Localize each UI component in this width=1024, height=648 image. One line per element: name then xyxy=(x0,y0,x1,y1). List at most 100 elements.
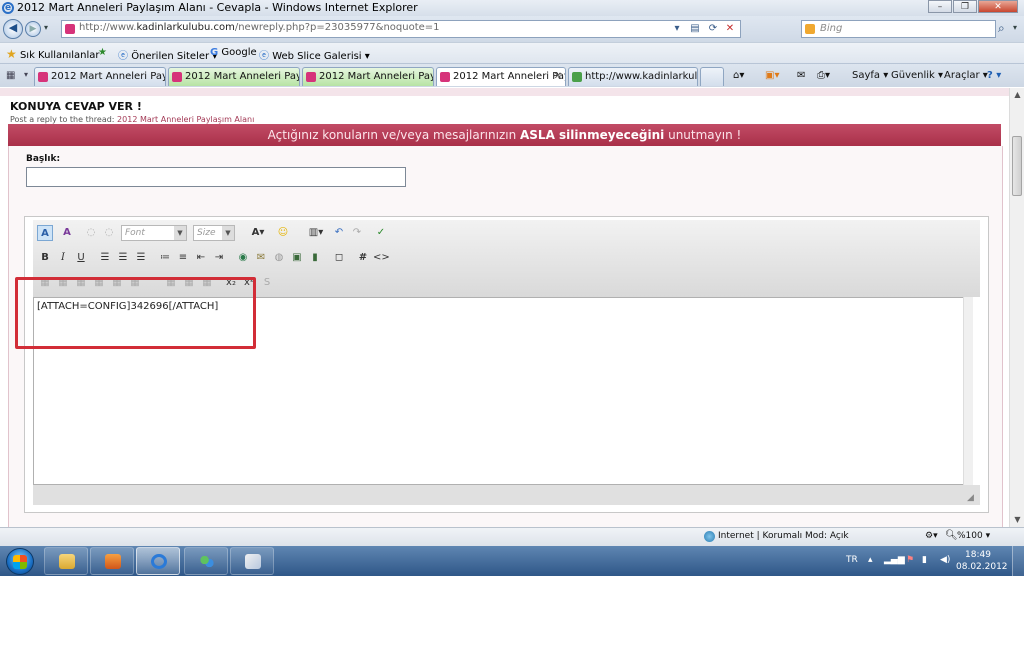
search-options-icon[interactable]: ▾ xyxy=(1013,23,1017,32)
insert-video-icon[interactable]: ▮ xyxy=(307,250,323,266)
align-left-icon[interactable]: ☰ xyxy=(97,250,113,266)
suggested-sites-link[interactable]: ⓔ Önerilen Siteler ▾ xyxy=(118,47,217,62)
undo-icon[interactable]: ↶ xyxy=(331,225,347,241)
print-icon[interactable]: ⎙▾ xyxy=(817,70,830,81)
close-button[interactable]: ✕ xyxy=(978,0,1018,13)
text-color-icon[interactable]: A▾ xyxy=(247,225,269,241)
taskbar-media-player[interactable] xyxy=(90,547,134,575)
paste-icon[interactable]: ◌ xyxy=(101,225,117,241)
unordered-list-icon[interactable]: ≡ xyxy=(175,250,191,266)
page-menu[interactable]: Sayfa ▾ xyxy=(852,70,888,81)
language-indicator[interactable]: TR xyxy=(846,555,858,565)
remove-format-icon[interactable]: ◌ xyxy=(83,225,99,241)
forward-button[interactable]: ▶ xyxy=(25,21,41,37)
wysiwyg-mode-icon[interactable]: A xyxy=(37,225,53,241)
tools-menu[interactable]: Araçlar ▾ xyxy=(944,70,988,81)
volume-icon[interactable]: ◀) xyxy=(940,555,950,565)
rss-feed-icon[interactable]: ▣▾ xyxy=(765,70,779,81)
bold-icon[interactable]: B xyxy=(37,250,53,266)
window-title: 2012 Mart Anneleri Paylaşım Alanı - Ceva… xyxy=(17,1,418,14)
security-zone-text[interactable]: Internet | Korumalı Mod: Açık xyxy=(718,531,849,541)
insert-email-icon[interactable]: ✉ xyxy=(253,250,269,266)
align-right-icon[interactable]: ☰ xyxy=(133,250,149,266)
read-mail-icon[interactable]: ✉ xyxy=(797,70,805,81)
ie-page-icon: ⓔ xyxy=(259,51,269,62)
address-url: http://www.kadinlarkulubu.com/newreply.p… xyxy=(79,22,440,33)
resize-grip-icon[interactable]: ◢ xyxy=(967,493,977,503)
italic-icon[interactable]: I xyxy=(55,250,71,266)
insert-image-icon[interactable]: ▣ xyxy=(289,250,305,266)
stop-icon[interactable]: ✕ xyxy=(723,22,737,36)
search-icon[interactable]: ⌕ xyxy=(998,21,1005,36)
taskbar-messenger[interactable] xyxy=(184,547,228,575)
search-input[interactable]: Bing xyxy=(801,20,996,38)
quick-tabs-icon[interactable]: ▦ xyxy=(6,70,15,81)
page-scrollbar[interactable]: ▲ ▼ xyxy=(1009,88,1024,527)
chevron-down-icon: ▼ xyxy=(222,226,234,240)
address-dropdown-icon[interactable]: ▾ xyxy=(670,22,684,36)
redo-icon[interactable]: ↷ xyxy=(349,225,365,241)
favorites-button[interactable]: ★ Sık Kullanılanlar xyxy=(6,47,100,61)
html-code-icon[interactable]: <> xyxy=(373,250,390,266)
insert-link-icon[interactable]: ◉ xyxy=(235,250,251,266)
tab-5[interactable]: http://www.kadinlarkulubu... xyxy=(568,67,698,86)
chevron-down-icon: ▼ xyxy=(174,226,186,240)
source-mode-icon[interactable]: A xyxy=(59,225,75,241)
indent-icon[interactable]: ⇥ xyxy=(211,250,227,266)
strikethrough-icon[interactable]: S xyxy=(259,275,275,291)
font-select[interactable]: Font ▼ xyxy=(121,225,187,241)
address-field[interactable]: http://www.kadinlarkulubu.com/newreply.p… xyxy=(61,20,741,38)
thread-link[interactable]: 2012 Mart Anneleri Paylaşım Alanı xyxy=(117,115,254,124)
back-button[interactable]: ◀ xyxy=(3,19,23,39)
windows-taskbar: TR ▴ ▂▄▆ ⚑ ▮ ◀) 18:49 08.02.2012 xyxy=(0,546,1024,576)
zoom-level[interactable]: %100 ▾ xyxy=(957,531,990,541)
history-dropdown-icon[interactable]: ▾ xyxy=(44,23,48,32)
tab-3[interactable]: 2012 Mart Anneleri Paylaşı... xyxy=(302,67,434,86)
spell-check-icon[interactable]: ✓ xyxy=(373,225,389,241)
tray-expand-icon[interactable]: ▴ xyxy=(868,555,873,565)
compatibility-view-icon[interactable]: ▤ xyxy=(688,22,702,36)
power-icon[interactable]: ▮ xyxy=(922,555,927,565)
outdent-icon[interactable]: ⇤ xyxy=(193,250,209,266)
network-icon[interactable]: ▂▄▆ xyxy=(884,555,905,565)
attachment-icon[interactable]: ▥▾ xyxy=(305,225,327,241)
smilies-icon[interactable]: ☺ xyxy=(275,225,291,241)
minimize-button[interactable]: – xyxy=(928,0,952,13)
tab-2[interactable]: 2012 Mart Anneleri Paylaşı... xyxy=(168,67,300,86)
close-tab-icon[interactable]: ✕ xyxy=(554,68,562,85)
scroll-down-icon[interactable]: ▼ xyxy=(1010,513,1024,527)
google-link[interactable]: G Google xyxy=(210,47,257,58)
start-button[interactable] xyxy=(6,548,34,575)
size-select[interactable]: Size ▼ xyxy=(193,225,235,241)
new-tab-button[interactable] xyxy=(700,67,724,86)
site-favicon-icon xyxy=(65,24,75,34)
underline-icon[interactable]: U xyxy=(73,250,89,266)
alert-icon[interactable]: ⚑ xyxy=(906,555,914,565)
refresh-icon[interactable]: ⟳ xyxy=(706,22,720,36)
title-input[interactable] xyxy=(26,167,406,187)
quote-icon[interactable]: ◻ xyxy=(331,250,347,266)
ordered-list-icon[interactable]: ≔ xyxy=(157,250,173,266)
tab-4-active[interactable]: 2012 Mart Anneleri Paylaşı...✕ xyxy=(436,67,566,86)
ie-logo-icon: e xyxy=(2,2,14,14)
protected-mode-icon[interactable]: ⚙▾ xyxy=(925,531,938,541)
taskbar-internet-explorer[interactable] xyxy=(136,547,180,575)
tab-list-icon[interactable]: ▾ xyxy=(24,70,28,79)
taskbar-clock[interactable]: 18:49 08.02.2012 xyxy=(956,549,1008,573)
show-desktop-button[interactable] xyxy=(1012,546,1024,576)
textarea-scrollbar[interactable] xyxy=(963,297,973,485)
unlink-icon[interactable]: ◍ xyxy=(271,250,287,266)
safety-menu[interactable]: Güvenlik ▾ xyxy=(891,70,943,81)
help-menu[interactable]: ? ▾ xyxy=(987,70,1001,81)
restore-button[interactable]: ❐ xyxy=(953,0,977,13)
add-to-favorites-bar-icon[interactable]: ★ xyxy=(98,47,107,58)
scroll-up-icon[interactable]: ▲ xyxy=(1010,88,1024,102)
web-slice-gallery-link[interactable]: ⓔ Web Slice Galerisi ▾ xyxy=(259,47,370,62)
tab-1[interactable]: 2012 Mart Anneleri Paylaşı... xyxy=(34,67,166,86)
align-center-icon[interactable]: ☰ xyxy=(115,250,131,266)
scrollbar-thumb[interactable] xyxy=(1012,136,1022,196)
taskbar-explorer[interactable] xyxy=(44,547,88,575)
taskbar-paint[interactable] xyxy=(230,547,274,575)
code-hash-icon[interactable]: # xyxy=(355,250,371,266)
home-icon[interactable]: ⌂▾ xyxy=(733,70,744,81)
